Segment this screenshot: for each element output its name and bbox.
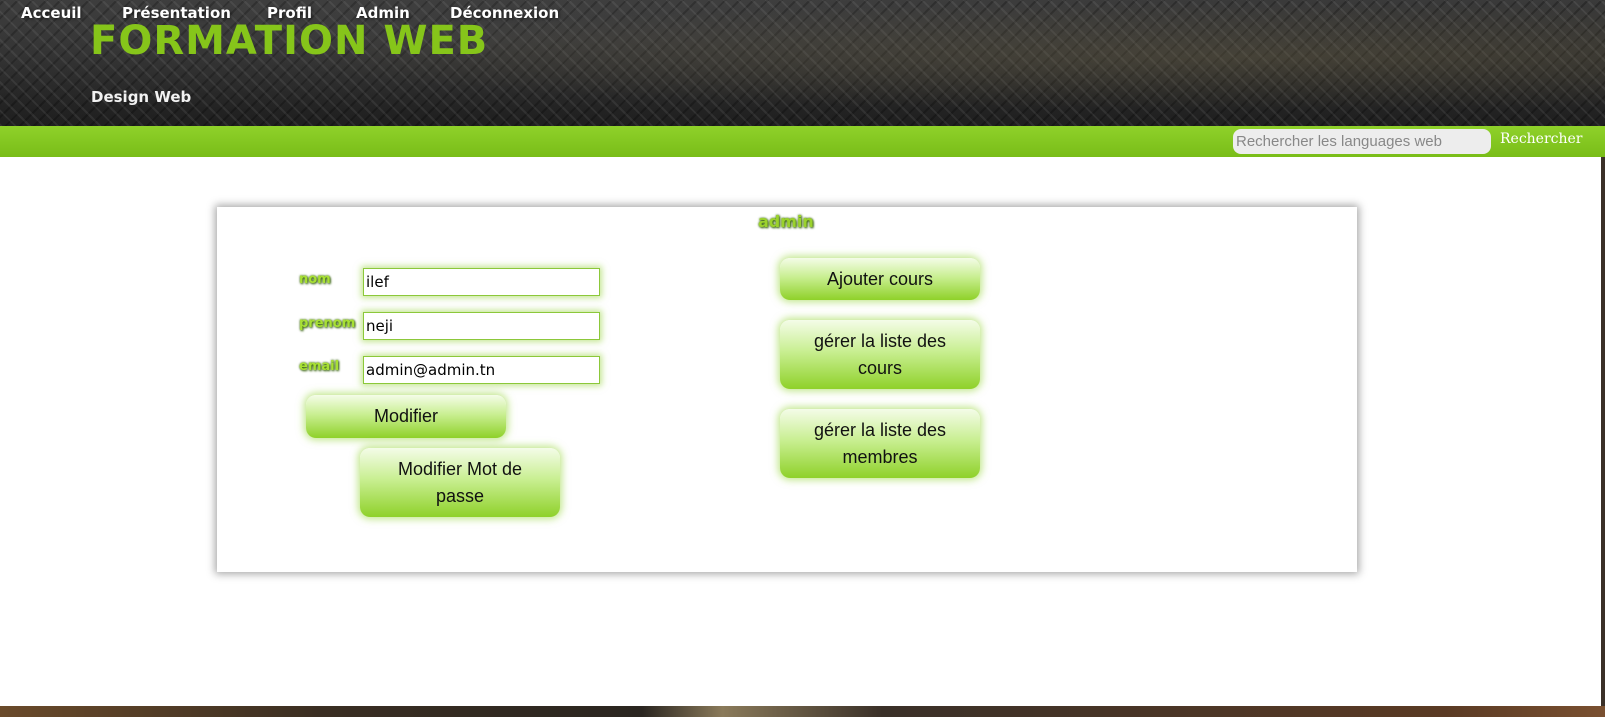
modifier-button[interactable]: Modifier	[306, 395, 506, 438]
nom-field[interactable]	[363, 268, 600, 296]
prenom-field[interactable]	[363, 312, 600, 340]
gerer-membres-button[interactable]: gérer la liste des membres	[780, 409, 980, 478]
prenom-label: prenom	[299, 316, 356, 331]
background-edge	[1601, 157, 1605, 706]
modifier-password-button[interactable]: Modifier Mot de passe	[360, 448, 560, 517]
panel-title: admin	[758, 212, 814, 231]
nav-item-profil[interactable]: Profil	[267, 4, 312, 22]
search-input[interactable]	[1233, 129, 1491, 154]
nav-item-acceuil[interactable]: Acceuil	[21, 4, 82, 22]
background-bottom	[0, 706, 1605, 717]
nav-item-deconnexion[interactable]: Déconnexion	[450, 4, 559, 22]
gerer-cours-button[interactable]: gérer la liste des cours	[780, 320, 980, 389]
search-button[interactable]: Rechercher	[1500, 131, 1583, 147]
nav-item-admin[interactable]: Admin	[356, 4, 410, 22]
site-subtitle: Design Web	[91, 88, 192, 106]
site-title: FORMATION WEB	[90, 18, 489, 64]
email-field[interactable]	[363, 356, 600, 384]
ajouter-cours-button[interactable]: Ajouter cours	[780, 258, 980, 300]
nav-item-presentation[interactable]: Présentation	[122, 4, 231, 22]
email-label: email	[299, 359, 340, 374]
nom-label: nom	[299, 272, 331, 287]
